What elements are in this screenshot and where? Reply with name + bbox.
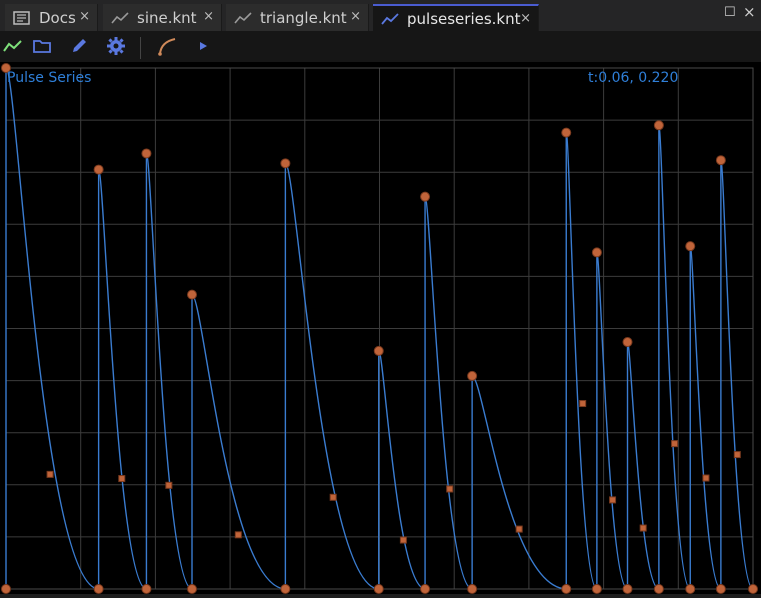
curve-segment[interactable] xyxy=(565,131,598,590)
tab-label: triangle.knt xyxy=(260,8,347,27)
curve-tangent-handle[interactable] xyxy=(118,475,126,483)
curve-base-point[interactable] xyxy=(467,584,478,594)
curve-segment[interactable] xyxy=(191,293,286,590)
folder-icon[interactable] xyxy=(31,35,53,57)
curve-peak-point[interactable] xyxy=(622,337,633,348)
curve-base-point[interactable] xyxy=(622,584,633,594)
curve-peak-point[interactable] xyxy=(467,370,478,381)
curve-editor-canvas[interactable] xyxy=(0,62,761,594)
tab-bar: Docs × sine.knt × triangle.knt × pulsese… xyxy=(0,0,761,32)
close-icon[interactable]: × xyxy=(520,11,531,26)
close-icon[interactable]: × xyxy=(350,9,361,24)
curve-end-point[interactable] xyxy=(748,584,758,594)
curve-peak-point[interactable] xyxy=(373,345,384,356)
curve-base-point[interactable] xyxy=(93,584,104,594)
curve-base-point[interactable] xyxy=(141,584,152,594)
close-icon[interactable]: × xyxy=(203,9,214,24)
curve-peak-point[interactable] xyxy=(653,120,664,131)
tab-label: sine.knt xyxy=(137,8,197,27)
curve-segment[interactable] xyxy=(626,341,660,590)
line-chart-icon xyxy=(381,12,399,26)
curve-base-point[interactable] xyxy=(653,584,664,594)
curve-tangent-handle[interactable] xyxy=(579,400,587,408)
maximize-icon[interactable]: ☐ xyxy=(724,5,736,20)
curve-tool-icon[interactable] xyxy=(157,35,179,57)
toolbar xyxy=(0,31,761,62)
curve-tangent-handle[interactable] xyxy=(234,531,242,539)
tab-label: Docs xyxy=(39,8,76,27)
line-chart-icon xyxy=(111,11,129,25)
curve-tangent-handle[interactable] xyxy=(46,470,54,478)
tab-label: pulseseries.knt xyxy=(407,9,521,28)
curve-peak-point[interactable] xyxy=(685,241,696,252)
curve-tangent-handle[interactable] xyxy=(446,485,454,493)
curve-base-point[interactable] xyxy=(591,584,602,594)
curve-peak-point[interactable] xyxy=(591,247,602,258)
curve-base-point[interactable] xyxy=(685,584,696,594)
curve-peak-point[interactable] xyxy=(420,191,431,202)
curve-segment[interactable] xyxy=(284,162,379,590)
curve-tangent-handle[interactable] xyxy=(609,496,617,504)
line-chart-icon xyxy=(234,11,252,25)
curve-tangent-handle[interactable] xyxy=(165,481,173,489)
curve-base-point[interactable] xyxy=(561,584,572,594)
chart-icon[interactable] xyxy=(2,35,24,57)
pencil-icon[interactable] xyxy=(68,35,90,57)
curve-segment[interactable] xyxy=(145,152,193,590)
docs-icon xyxy=(13,10,31,25)
curve-plot[interactable] xyxy=(0,62,761,594)
curve-tangent-handle[interactable] xyxy=(515,525,523,533)
curve-segment[interactable] xyxy=(424,195,473,590)
curve-peak-point[interactable] xyxy=(93,164,104,175)
close-icon[interactable]: × xyxy=(79,9,90,24)
tab-pulseseries[interactable]: pulseseries.knt × xyxy=(373,4,539,31)
curve-base-point[interactable] xyxy=(715,584,726,594)
window-close-icon[interactable]: × xyxy=(743,3,756,21)
tab-triangle[interactable]: triangle.knt × xyxy=(226,4,369,31)
curve-base-point[interactable] xyxy=(373,584,384,594)
curve-tangent-handle[interactable] xyxy=(702,474,710,482)
curve-base-point[interactable] xyxy=(420,584,431,594)
curve-segment[interactable] xyxy=(596,251,629,590)
curve-peak-point[interactable] xyxy=(187,289,198,300)
curve-peak-point[interactable] xyxy=(141,148,152,159)
curve-peak-point[interactable] xyxy=(280,158,291,169)
curve-base-point[interactable] xyxy=(280,584,291,594)
curve-tangent-handle[interactable] xyxy=(399,536,407,544)
tab-docs[interactable]: Docs × xyxy=(5,4,98,31)
curve-tangent-handle[interactable] xyxy=(733,451,741,459)
curve-segment[interactable] xyxy=(471,375,567,590)
tab-sine[interactable]: sine.knt × xyxy=(103,4,222,31)
curve-segment[interactable] xyxy=(689,245,722,590)
curve-tangent-handle[interactable] xyxy=(639,524,647,532)
curve-segment[interactable] xyxy=(658,124,691,590)
gear-icon[interactable] xyxy=(105,35,127,57)
curve-tangent-handle[interactable] xyxy=(671,440,679,448)
curve-base-point[interactable] xyxy=(1,584,11,594)
curve-base-point[interactable] xyxy=(187,584,198,594)
play-icon[interactable] xyxy=(192,35,214,57)
curve-title: Pulse Series xyxy=(7,70,92,86)
curve-segment[interactable] xyxy=(97,168,147,590)
curve-peak-point[interactable] xyxy=(561,127,572,138)
cursor-readout: t:0.06, 0.220 xyxy=(588,70,679,86)
curve-peak-point[interactable] xyxy=(715,155,726,166)
curve-segment[interactable] xyxy=(378,350,426,590)
toolbar-divider xyxy=(140,37,141,59)
curve-tangent-handle[interactable] xyxy=(329,493,337,501)
